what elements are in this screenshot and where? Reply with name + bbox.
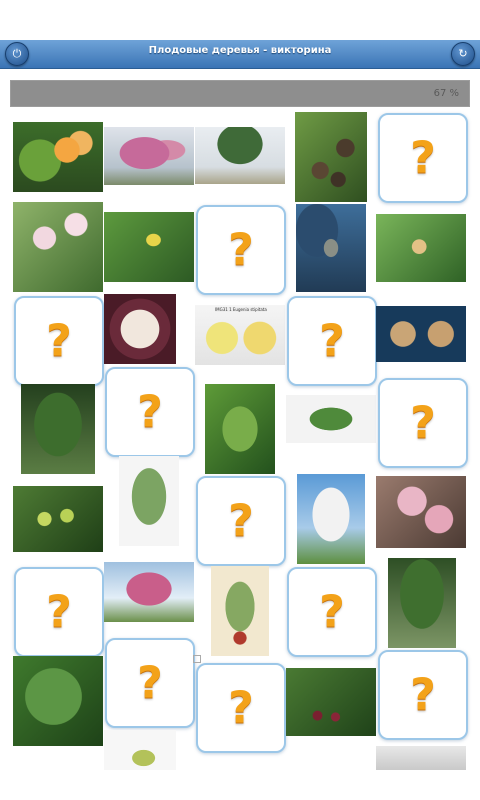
hidden-card[interactable]: ? [287, 296, 377, 386]
photo-card[interactable] [376, 476, 466, 548]
navigation-bar [0, 770, 480, 800]
placeholder-box [193, 655, 201, 663]
photo-card[interactable] [104, 562, 194, 622]
hidden-card[interactable]: ? [14, 567, 104, 657]
question-mark-icon: ? [410, 669, 436, 721]
question-mark-icon: ? [228, 682, 254, 734]
photo-card[interactable] [119, 456, 179, 546]
photo-card[interactable] [376, 746, 466, 770]
progress-label: 67 % [433, 88, 459, 99]
hidden-card[interactable]: ? [287, 567, 377, 657]
photo-card[interactable] [195, 127, 285, 184]
app-header: ⏻ Плодовые деревья - викторина ↻ [0, 40, 480, 69]
photo-card[interactable] [13, 202, 103, 292]
photo-card[interactable] [376, 306, 466, 362]
photo-card[interactable] [296, 204, 366, 292]
question-mark-icon: ? [319, 586, 345, 638]
photo-card[interactable] [13, 122, 103, 192]
question-mark-icon: ? [46, 315, 72, 367]
photo-card[interactable] [376, 214, 466, 282]
photo-card[interactable] [104, 127, 194, 185]
photo-card[interactable] [286, 668, 376, 736]
hidden-card[interactable]: ? [14, 296, 104, 386]
refresh-icon: ↻ [458, 47, 468, 60]
progress-bar: 67 % [10, 80, 470, 107]
quiz-grid: ? ? ? IMG31 1 Eugenia stipitata ? ? ? ? … [0, 110, 480, 770]
photo-card[interactable] [388, 558, 456, 648]
question-mark-icon: ? [228, 224, 254, 276]
photo-card[interactable] [21, 384, 95, 474]
question-mark-icon: ? [410, 397, 436, 449]
photo-card[interactable] [286, 395, 376, 443]
hidden-card[interactable]: ? [196, 205, 286, 295]
hidden-card[interactable]: ? [378, 378, 468, 468]
photo-card[interactable] [211, 566, 269, 656]
refresh-button[interactable]: ↻ [451, 42, 475, 66]
hidden-card[interactable]: ? [105, 638, 195, 728]
hidden-card[interactable]: ? [196, 663, 286, 753]
question-mark-icon: ? [137, 657, 163, 709]
question-mark-icon: ? [410, 132, 436, 184]
photo-card[interactable] [13, 486, 103, 552]
hidden-card[interactable]: ? [196, 476, 286, 566]
photo-card[interactable] [104, 294, 176, 364]
photo-card[interactable]: IMG31 1 Eugenia stipitata [195, 305, 285, 365]
hidden-card[interactable]: ? [378, 113, 468, 203]
page-title: Плодовые деревья - викторина [148, 45, 332, 56]
hidden-card[interactable]: ? [105, 367, 195, 457]
status-bar [0, 0, 480, 40]
question-mark-icon: ? [46, 586, 72, 638]
question-mark-icon: ? [137, 386, 163, 438]
question-mark-icon: ? [319, 315, 345, 367]
photo-card[interactable] [104, 730, 176, 770]
question-mark-icon: ? [228, 495, 254, 547]
photo-card[interactable] [13, 656, 103, 746]
photo-card[interactable] [295, 112, 367, 202]
photo-card[interactable] [297, 474, 365, 564]
photo-caption: IMG31 1 Eugenia stipitata [215, 307, 267, 312]
photo-card[interactable] [205, 384, 275, 474]
photo-card[interactable] [104, 212, 194, 282]
hidden-card[interactable]: ? [378, 650, 468, 740]
